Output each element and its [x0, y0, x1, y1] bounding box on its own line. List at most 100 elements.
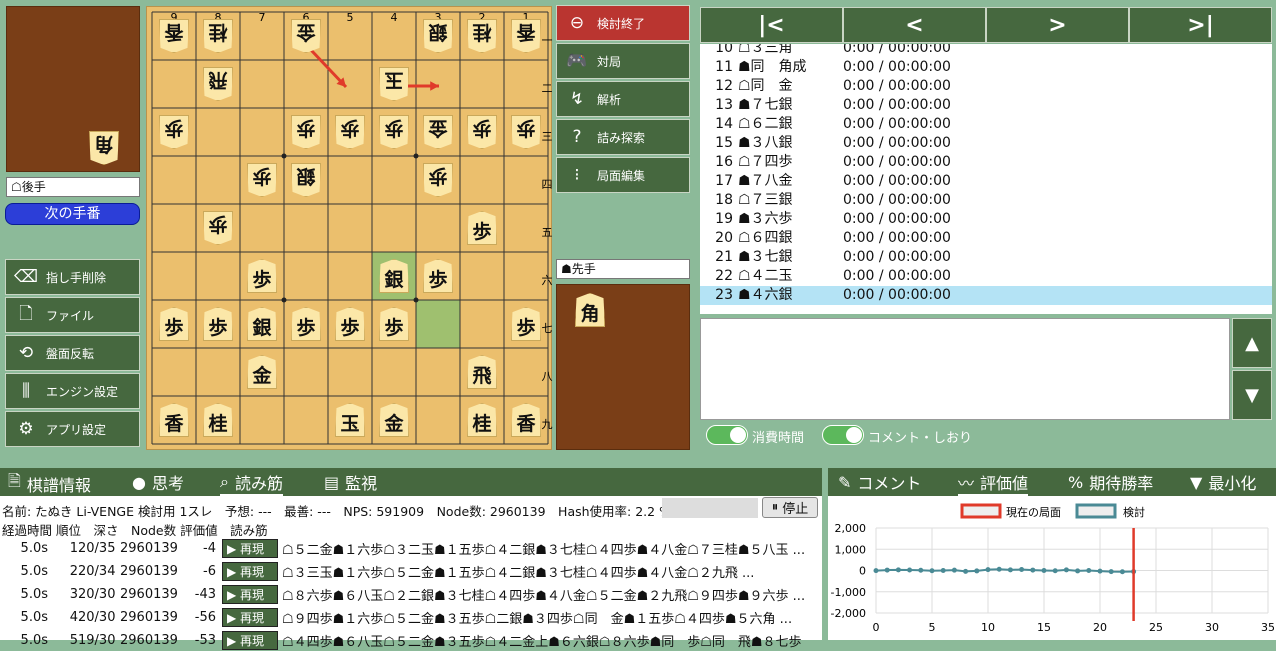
eval-chart[interactable]: 現在の局面 検討 2,000 1,000 0 -1,000 -2,000 0 5 10 15 20 25… [828, 496, 1276, 640]
mid-button-3[interactable]: ? 詰み探索 [556, 119, 690, 155]
file-icon: 🗋 [19, 303, 33, 324]
next-turn-button[interactable]: 次の手番 [5, 203, 140, 225]
board-piece[interactable]: 飛 [203, 67, 233, 101]
board-piece[interactable]: 歩 [467, 115, 497, 149]
mid-button-2[interactable]: ↯ 解析 [556, 81, 690, 117]
board-piece[interactable]: 歩 [159, 115, 189, 149]
eval-point [873, 568, 879, 574]
eval-point [963, 568, 969, 574]
left-button-2[interactable]: ⟲ 盤面反転 [5, 335, 140, 371]
board-piece[interactable]: 歩 [379, 307, 409, 341]
tab-doc[interactable]: 🗎 棋譜情報 [8, 470, 91, 497]
move-row[interactable]: 11 ☗同 角成 0:00 / 00:00:00 [700, 58, 1272, 77]
comment-toggle[interactable] [822, 425, 864, 445]
gote-hand[interactable]: 角 [6, 6, 140, 172]
eval-point [1052, 568, 1058, 574]
board-piece[interactable]: 銀 [423, 19, 453, 53]
left-button-4[interactable]: ⚙ アプリ設定 [5, 411, 140, 447]
replay-button[interactable]: ▶ 再現 [222, 561, 278, 581]
comment-area[interactable] [700, 318, 1230, 420]
tab-comment[interactable]: ✎ コメント [838, 470, 921, 494]
move-row[interactable]: 20 ☖６四銀 0:00 / 00:00:00 [700, 229, 1272, 248]
hand-piece[interactable]: 角 [89, 131, 119, 165]
prev-move-button[interactable]: < [843, 7, 986, 43]
board-piece[interactable]: 桂 [203, 19, 233, 53]
tab-search-list[interactable]: ⌕ 読み筋 [220, 470, 283, 496]
board-piece[interactable]: 金 [379, 403, 409, 437]
board-piece[interactable]: 香 [159, 403, 189, 437]
board-piece[interactable]: 玉 [335, 403, 365, 437]
board-piece[interactable]: 歩 [291, 115, 321, 149]
sente-hand[interactable]: 角 [556, 284, 690, 450]
move-row[interactable]: 16 ☖７四歩 0:00 / 00:00:00 [700, 153, 1272, 172]
board-piece[interactable]: 歩 [467, 211, 497, 245]
left-button-0[interactable]: ⌫ 指し手削除 [5, 259, 140, 295]
board-piece[interactable]: 銀 [379, 259, 409, 293]
edit-board-icon: ⁝ [574, 165, 580, 185]
board-piece[interactable]: 飛 [467, 355, 497, 389]
board-piece[interactable]: 香 [159, 19, 189, 53]
board-piece[interactable]: 香 [511, 403, 541, 437]
board-piece[interactable]: 歩 [423, 259, 453, 293]
board-piece[interactable]: 香 [511, 19, 541, 53]
board-piece[interactable]: 金 [423, 115, 453, 149]
move-list[interactable]: 10 ☖３三角 0:00 / 00:00:00 11 ☗同 角成 0:00 / 00:00… [700, 44, 1272, 314]
replay-button[interactable]: ▶ 再現 [222, 538, 278, 558]
board-piece[interactable]: 歩 [335, 307, 365, 341]
arrow-head [430, 81, 439, 91]
move-row[interactable]: 10 ☖３三角 0:00 / 00:00:00 [700, 44, 1272, 58]
board-piece[interactable]: 桂 [203, 403, 233, 437]
triangle-down-icon: ▼ [1190, 472, 1203, 492]
left-button-1[interactable]: 🗋 ファイル [5, 297, 140, 333]
board-piece[interactable]: 歩 [379, 115, 409, 149]
move-row[interactable]: 19 ☗３六歩 0:00 / 00:00:00 [700, 210, 1272, 229]
board-piece[interactable]: 歩 [203, 307, 233, 341]
board-piece[interactable]: 桂 [467, 19, 497, 53]
mid-button-1[interactable]: 🎮 対局 [556, 43, 690, 79]
last-move-button[interactable]: >| [1129, 7, 1272, 43]
first-move-button[interactable]: |< [700, 7, 843, 43]
tab-triangle-down[interactable]: ▼ 最小化 [1190, 470, 1256, 494]
board-piece[interactable]: 歩 [159, 307, 189, 341]
board-piece[interactable]: 歩 [511, 307, 541, 341]
move-row[interactable]: 14 ☖６二銀 0:00 / 00:00:00 [700, 115, 1272, 134]
mid-button-4[interactable]: ⁝ 局面編集 [556, 157, 690, 193]
board-piece[interactable]: 桂 [467, 403, 497, 437]
replay-button[interactable]: ▶ 再現 [222, 630, 278, 650]
move-row[interactable]: 15 ☗３八銀 0:00 / 00:00:00 [700, 134, 1272, 153]
hand-piece[interactable]: 角 [575, 293, 605, 327]
move-row[interactable]: 17 ☗７八金 0:00 / 00:00:00 [700, 172, 1272, 191]
board-piece[interactable]: 歩 [423, 163, 453, 197]
tab-percent[interactable]: % 期待勝率 [1068, 470, 1153, 494]
board-piece[interactable]: 玉 [379, 67, 409, 101]
move-row[interactable]: 12 ☖同 金 0:00 / 00:00:00 [700, 77, 1272, 96]
tab-brain[interactable]: ● 思考 [132, 470, 184, 494]
move-row[interactable]: 22 ☖４二玉 0:00 / 00:00:00 [700, 267, 1272, 286]
replay-button[interactable]: ▶ 再現 [222, 607, 278, 627]
tab-monitor[interactable]: ▤ 監視 [324, 470, 377, 494]
board-piece[interactable]: 歩 [291, 307, 321, 341]
replay-button[interactable]: ▶ 再現 [222, 584, 278, 604]
board-piece[interactable]: 歩 [203, 211, 233, 245]
board-piece[interactable]: 歩 [247, 163, 277, 197]
scroll-down-button[interactable]: ▼ [1232, 370, 1272, 420]
time-toggle[interactable] [706, 425, 748, 445]
board-piece[interactable]: 銀 [247, 307, 277, 341]
move-row[interactable]: 18 ☖７三銀 0:00 / 00:00:00 [700, 191, 1272, 210]
board-piece[interactable]: 歩 [247, 259, 277, 293]
move-row[interactable]: 23 ☗４六銀 0:00 / 00:00:00 [700, 286, 1272, 305]
board-piece[interactable]: 金 [291, 19, 321, 53]
board-piece[interactable]: 銀 [291, 163, 321, 197]
left-button-3[interactable]: ⫼ エンジン設定 [5, 373, 140, 409]
board-piece[interactable]: 歩 [335, 115, 365, 149]
board-piece[interactable]: 歩 [511, 115, 541, 149]
mid-button-0[interactable]: ⊖ 検討終了 [556, 5, 690, 41]
shogi-board[interactable]: 987654321一二三四五六七八九 香桂金銀桂香飛玉歩歩歩歩金歩歩歩銀歩歩歩歩… [146, 6, 553, 450]
tab-chart[interactable]: 〰評価値 [958, 470, 1029, 496]
move-row[interactable]: 13 ☗７七銀 0:00 / 00:00:00 [700, 96, 1272, 115]
stop-button[interactable]: ⏸ 停止 [762, 497, 818, 518]
next-move-button[interactable]: > [986, 7, 1129, 43]
scroll-up-button[interactable]: ▲ [1232, 318, 1272, 368]
move-row[interactable]: 21 ☗３七銀 0:00 / 00:00:00 [700, 248, 1272, 267]
board-piece[interactable]: 金 [247, 355, 277, 389]
